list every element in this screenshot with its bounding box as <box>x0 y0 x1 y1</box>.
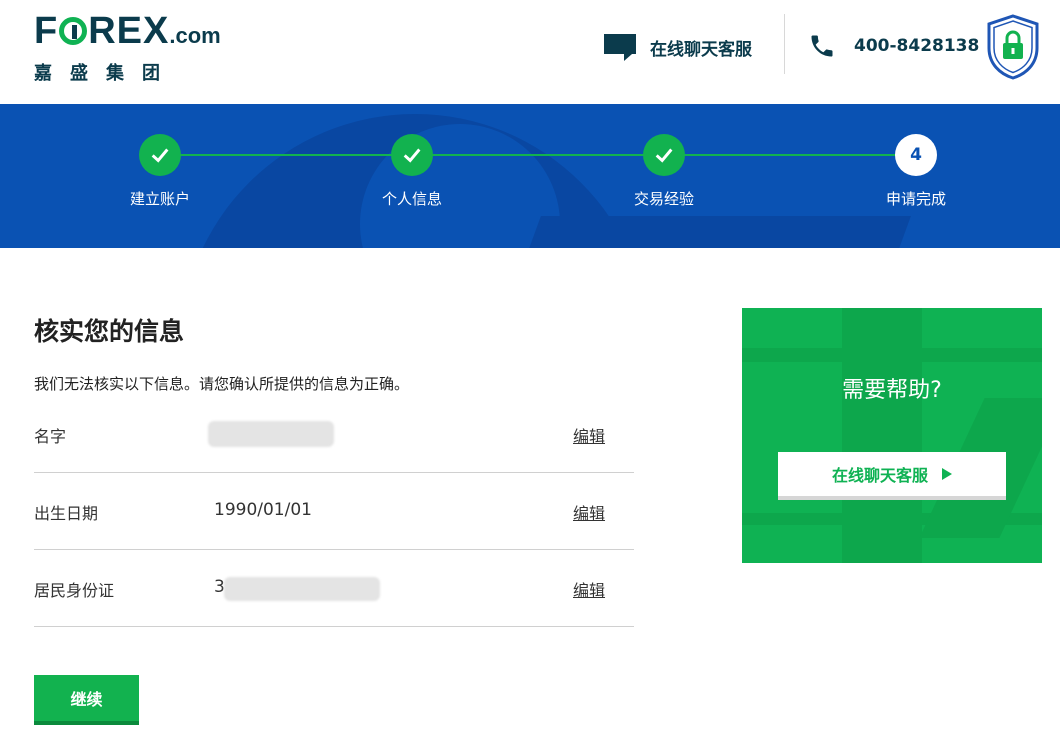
redacted-value <box>208 421 334 447</box>
info-row-birthdate: 出生日期 1990/01/01 编辑 <box>34 500 634 550</box>
continue-button[interactable]: 继续 <box>34 675 139 725</box>
step-label: 申请完成 <box>885 190 946 208</box>
step-complete-badge <box>139 134 181 176</box>
step-number-badge: 4 <box>895 134 937 176</box>
site-header: F REX.com 嘉盛集团 在线聊天客服 400-8428138 <box>0 0 1060 104</box>
header-divider <box>784 14 785 74</box>
help-chat-button[interactable]: 在线聊天客服 <box>778 452 1006 500</box>
step-complete-badge <box>643 134 685 176</box>
forex-logo[interactable]: F REX.com 嘉盛集团 <box>34 12 221 85</box>
play-arrow-icon <box>942 468 952 480</box>
intro-text: 我们无法核实以下信息。请您确认所提供的信息为正确。 <box>34 375 410 393</box>
page-title: 核实您的信息 <box>34 317 185 346</box>
step-label: 个人信息 <box>381 190 442 208</box>
banner-decoration <box>519 216 911 248</box>
progress-step-1: 建立账户 <box>80 134 240 209</box>
lock-shield-icon <box>987 14 1039 80</box>
progress-banner: 建立账户 个人信息 交易经验 4 申请完成 <box>0 104 1060 248</box>
header-phone-link[interactable]: 400-8428138 <box>808 32 979 60</box>
edit-id-link[interactable]: 编辑 <box>573 577 605 601</box>
row-value: 1990/01/01 <box>214 500 312 520</box>
step-label: 建立账户 <box>129 190 190 208</box>
progress-step-4: 4 申请完成 <box>836 134 996 209</box>
info-row-id: 居民身份证 3 编辑 <box>34 577 634 627</box>
checkmark-icon <box>403 148 421 163</box>
checkmark-icon <box>151 148 169 163</box>
help-title: 需要帮助? <box>842 378 942 403</box>
chat-bubble-icon <box>604 32 638 62</box>
help-decoration <box>742 348 1042 362</box>
help-panel: 需要帮助? 在线聊天客服 <box>742 308 1042 563</box>
header-phone-number: 400-8428138 <box>854 36 980 56</box>
logo-o-ring <box>59 17 88 45</box>
step-complete-badge <box>391 134 433 176</box>
header-chat-label: 在线聊天客服 <box>650 39 752 60</box>
edit-name-link[interactable]: 编辑 <box>573 423 605 447</box>
logo-wordmark: F REX.com <box>34 10 221 52</box>
help-chat-label: 在线聊天客服 <box>831 466 928 485</box>
row-label: 名字 <box>34 427 67 446</box>
progress-step-3: 交易经验 <box>584 134 744 209</box>
redacted-value <box>224 577 380 601</box>
logo-subtitle: 嘉盛集团 <box>34 63 178 84</box>
logo-domain: .com <box>169 23 221 48</box>
row-label: 居民身份证 <box>34 581 115 600</box>
step-label: 交易经验 <box>633 190 694 208</box>
info-row-name: 名字 编辑 <box>34 421 634 473</box>
progress-step-2: 个人信息 <box>332 134 492 209</box>
phone-icon <box>811 35 833 57</box>
progress-track <box>160 154 916 156</box>
checkmark-icon <box>655 148 673 163</box>
edit-birthdate-link[interactable]: 编辑 <box>573 500 605 524</box>
row-label: 出生日期 <box>34 504 99 523</box>
header-chat-link[interactable]: 在线聊天客服 <box>604 32 752 62</box>
